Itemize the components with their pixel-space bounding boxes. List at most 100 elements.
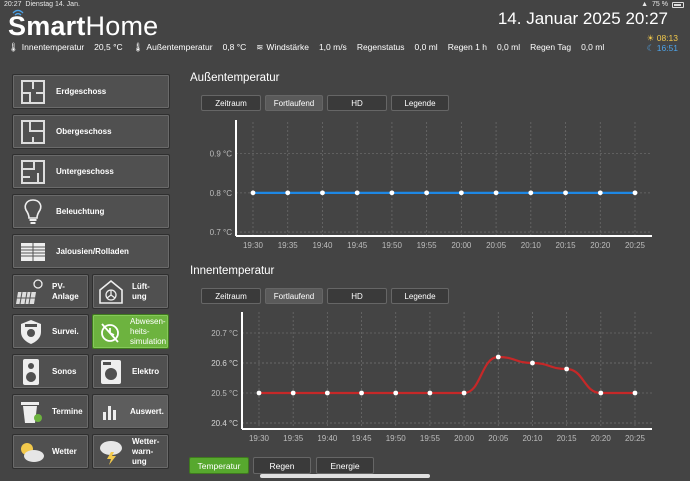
header-datetime: 14. Januar 2025 20:27 [497,9,668,28]
data-point[interactable] [320,190,325,196]
rain-hour-value: 0,0 ml [496,42,521,52]
nav-pv-label: PV- Anlage [52,281,79,301]
data-point[interactable] [250,190,256,196]
x-tick-label: 20:05 [486,241,507,250]
zeitraum-button[interactable]: Zeitraum [201,288,261,304]
nav-auswert-button[interactable]: Auswert. [92,394,169,429]
data-point[interactable] [597,190,603,196]
nav-obergeschoss-button[interactable]: Obergeschoss [12,114,170,149]
inner-temp-chart: 20.4 °C20.4 °C20.5 °C20.6 °C20.6 °C20.7 … [211,312,652,443]
x-tick-label: 20:25 [625,241,646,250]
data-point[interactable] [564,366,570,372]
data-point[interactable] [359,390,364,396]
data-point[interactable] [285,190,291,196]
data-point[interactable] [461,390,467,396]
hd-button[interactable]: HD [327,288,387,304]
tab-temperatur[interactable]: Temperatur [189,457,249,474]
window-blinds-icon [16,237,50,267]
x-tick-label: 20:20 [591,434,612,443]
nav-lueftung-button[interactable]: Lüft- ung [92,274,169,309]
sun-icon: ☀ [646,33,655,43]
tab-regen[interactable]: Regen [253,457,311,474]
floorplan-icon [16,157,50,187]
nav-elektro-label: Elektro [132,367,160,376]
x-tick-label: 19:30 [243,241,264,250]
thermometer-icon: 🌡 [8,42,19,52]
nav-abwesenheit-button[interactable]: Abwesen- heits- simulation [92,314,169,349]
nav-wetter-button[interactable]: Wetter [12,434,89,469]
nav-wetter-label: Wetter [52,447,77,456]
nav-wetterwarnung-button[interactable]: Wetter- warn- ung [92,434,169,469]
weather-cloud-sun-icon [16,437,46,467]
thermometer-icon: 🌡 [132,42,144,52]
x-tick-label: 19:50 [382,241,403,250]
nav-jalousien-button[interactable]: Jalousien/Rolladen [12,234,170,269]
nav-sonos-button[interactable]: Sonos [12,354,89,389]
moon-icon: ☾ [646,43,655,53]
nav-pv-button[interactable]: PV- Anlage [12,274,89,309]
data-point[interactable] [424,190,430,196]
system-time: 20:27 [4,1,22,8]
floorplan-icon [16,117,50,147]
x-tick-label: 19:40 [317,434,338,443]
inner-temp-chart-title: Innentemperatur [190,265,275,277]
nav-obergeschoss-label: Obergeschoss [56,127,112,136]
wind-label: Windstärke [266,42,309,52]
nav-erdgeschoss-label: Erdgeschoss [56,87,107,96]
bar-chart-icon [96,397,124,427]
legende-button[interactable]: Legende [391,95,449,111]
data-point[interactable] [563,190,568,196]
legende-button[interactable]: Legende [391,288,449,304]
nav-elektro-button[interactable]: Elektro [92,354,169,389]
data-point[interactable] [530,360,535,366]
system-date: Dienstag 14. Jan. [25,1,80,8]
data-point[interactable] [393,390,399,396]
fortlaufend-button[interactable]: Fortlaufend [265,95,323,111]
nav-wetterwarnung-label: Wetter- warn- ung [132,436,160,466]
washing-machine-icon [96,357,126,387]
nav-auswert-label: Auswert. [130,407,164,416]
nav-untergeschoss-label: Untergeschoss [56,167,114,176]
series-line [259,355,635,395]
solar-panel-icon [16,277,46,307]
battery-percentage: 75 % [652,1,668,8]
ventilation-icon [96,277,126,307]
data-point[interactable] [389,190,395,196]
data-point[interactable] [632,190,638,196]
x-tick-label: 20:20 [590,241,611,250]
x-tick-label: 19:45 [352,434,373,443]
y-tick-label: 0.7 °C [210,228,233,237]
data-point[interactable] [493,190,499,196]
weather-info-bar: 🌡 Innentemperatur 20,5 °C 🌡 Außentempera… [8,42,614,53]
data-point[interactable] [495,354,501,360]
sunrise-time: 08:13 [656,33,678,43]
y-tick-label: 0.9 °C [210,150,233,159]
rain-status-label: Regenstatus [356,42,405,52]
data-point[interactable] [632,390,638,396]
nav-untergeschoss-button[interactable]: Untergeschoss [12,154,170,189]
nav-survei-button[interactable]: Survei. [12,314,89,349]
y-tick-label: 20.4 °C [211,419,238,428]
nav-sonos-label: Sonos [52,367,77,376]
data-point[interactable] [458,190,464,196]
data-point[interactable] [354,190,360,196]
nav-erdgeschoss-button[interactable]: Erdgeschoss [12,74,170,109]
data-point[interactable] [256,390,262,396]
hd-button[interactable]: HD [327,95,387,111]
data-point[interactable] [290,390,296,396]
inner-temp-label: Innentemperatur [21,42,85,52]
x-tick-label: 20:00 [454,434,475,443]
tab-energie[interactable]: Energie [316,457,374,474]
nav-termine-button[interactable]: Termine [12,394,89,429]
data-point[interactable] [598,390,604,396]
data-point[interactable] [427,390,433,396]
y-tick-label: 20.7 °C [211,329,238,338]
x-tick-label: 20:10 [522,434,543,443]
x-tick-label: 19:35 [278,241,299,250]
data-point[interactable] [528,190,534,196]
fortlaufend-button[interactable]: Fortlaufend [265,288,323,304]
zeitraum-button[interactable]: Zeitraum [201,95,261,111]
data-point[interactable] [324,390,330,396]
nav-beleuchtung-button[interactable]: Beleuchtung [12,194,170,229]
inner-temp-value: 20,5 °C [94,42,123,52]
